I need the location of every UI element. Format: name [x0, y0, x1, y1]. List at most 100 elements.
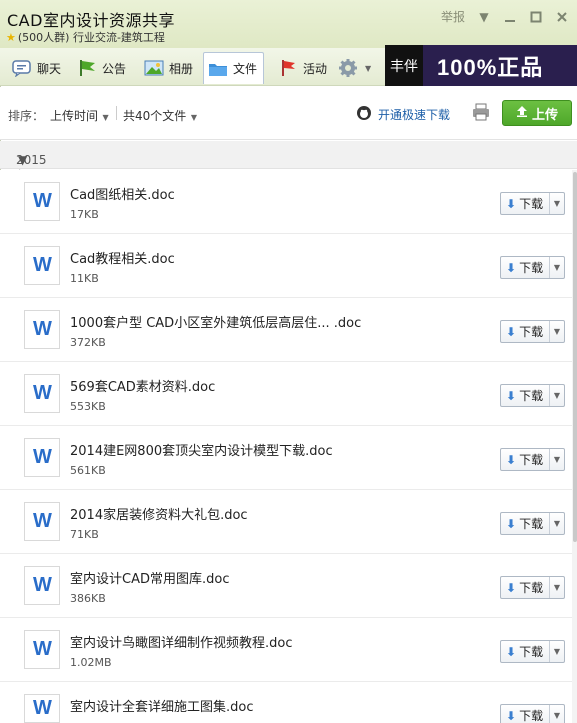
speedup-link[interactable]: 开通极速下载	[356, 105, 450, 124]
tab-album[interactable]: 相册	[140, 52, 197, 84]
file-name[interactable]: Cad图纸相关.doc	[70, 184, 175, 203]
file-size: 372KB	[70, 336, 106, 349]
file-row[interactable]: W 室内设计全套详细施工图集.doc ⬇ 下载 ▼	[0, 682, 572, 723]
chevron-down-icon[interactable]: ▼	[549, 577, 564, 598]
chevron-down-icon[interactable]: ▼	[549, 641, 564, 662]
star-icon: ★	[6, 31, 16, 44]
folder-icon	[208, 60, 228, 78]
file-size-value: 17KB	[70, 208, 99, 221]
file-name[interactable]: 2014建E网800套顶尖室内设计模型下载.doc	[70, 440, 333, 459]
file-name[interactable]: Cad教程相关.doc	[70, 248, 175, 267]
download-arrow-icon: ⬇	[506, 324, 517, 339]
download-arrow-icon: ⬇	[506, 388, 517, 403]
chevron-down-icon[interactable]: ▼	[549, 193, 564, 214]
file-row[interactable]: W 569套CAD素材资料.doc 553KB ⬇ 下载 ▼	[0, 362, 572, 426]
download-label: 下载	[519, 453, 544, 467]
file-name[interactable]: 569套CAD素材资料.doc	[70, 376, 215, 395]
file-size: 1.02MB	[70, 656, 112, 669]
printer-icon[interactable]	[472, 103, 490, 121]
download-button[interactable]: ⬇ 下载 ▼	[500, 512, 565, 535]
upload-label: 上传	[531, 107, 558, 123]
chevron-down-icon[interactable]: ▼	[549, 705, 564, 723]
file-size-value: 1.02MB	[70, 656, 112, 669]
download-button[interactable]: ⬇ 下载 ▼	[500, 448, 565, 471]
download-arrow-icon: ⬇	[506, 580, 517, 595]
word-doc-icon: W	[24, 182, 60, 221]
file-size: 553KB	[70, 400, 106, 413]
group-subtitle: ★ (500人群) 行业交流-建筑工程	[6, 29, 165, 45]
word-doc-icon: W	[24, 310, 60, 349]
file-row[interactable]: W Cad教程相关.doc 11KB ⬇ 下载 ▼	[0, 234, 572, 298]
close-icon[interactable]	[555, 10, 569, 24]
upload-icon	[516, 105, 528, 121]
tab-activity[interactable]: 活动	[274, 52, 331, 84]
file-name[interactable]: 2014家居装修资料大礼包.doc	[70, 504, 248, 523]
download-button[interactable]: ⬇ 下载 ▼	[500, 320, 565, 343]
file-name[interactable]: 室内设计全套详细施工图集.doc	[70, 696, 254, 715]
speedup-label: 开通极速下载	[378, 108, 451, 122]
download-button[interactable]: ⬇ 下载 ▼	[500, 256, 565, 279]
title-bar: CAD室内设计资源共享 ★ (500人群) 行业交流-建筑工程 举报 ▼	[0, 0, 577, 48]
word-doc-icon: W	[24, 438, 60, 477]
tab-album-label: 相册	[169, 61, 194, 76]
sort-select[interactable]: 上传时间 ▼	[50, 107, 109, 124]
word-doc-icon: W	[24, 502, 60, 541]
tab-files-label: 文件	[233, 62, 258, 76]
banner-logo: 丰伴	[385, 45, 423, 86]
word-doc-icon: W	[24, 630, 60, 669]
maximize-icon[interactable]	[529, 10, 543, 24]
tab-announcement[interactable]: 公告	[73, 52, 130, 84]
chevron-down-icon: ▼	[188, 113, 197, 122]
file-toolbar: 排序： 上传时间 ▼ 共40个文件 ▼ 开通极速下载 上传	[0, 87, 577, 140]
download-button[interactable]: ⬇ 下载 ▼	[500, 640, 565, 663]
chevron-down-icon[interactable]: ▼	[549, 321, 564, 342]
download-arrow-icon: ⬇	[506, 196, 517, 211]
download-button[interactable]: ⬇ 下载 ▼	[500, 704, 565, 723]
download-button[interactable]: ⬇ 下载 ▼	[500, 384, 565, 407]
sort-label: 排序：	[8, 109, 45, 123]
settings-menu[interactable]: ▼	[334, 52, 375, 84]
file-row[interactable]: W 2014家居装修资料大礼包.doc 71KB ⬇ 下载 ▼	[0, 490, 572, 554]
chevron-down-icon[interactable]: ▼	[549, 257, 564, 278]
mascot-icon	[356, 105, 372, 124]
file-size-value: 71KB	[70, 528, 99, 541]
gear-icon	[338, 59, 358, 77]
file-row[interactable]: W 2014建E网800套顶尖室内设计模型下载.doc 561KB ⬇ 下载 ▼	[0, 426, 572, 490]
minimize-icon[interactable]	[503, 10, 517, 24]
tab-files[interactable]: 文件	[203, 52, 264, 84]
ad-banner[interactable]: 丰伴 100%正品	[385, 45, 577, 86]
download-button[interactable]: ⬇ 下载 ▼	[500, 192, 565, 215]
tab-activity-label: 活动	[303, 61, 328, 76]
scrollbar-thumb[interactable]	[573, 172, 577, 542]
file-size: 386KB	[70, 592, 106, 605]
file-name[interactable]: 室内设计鸟瞰图详细制作视频教程.doc	[70, 632, 293, 651]
file-name[interactable]: 室内设计CAD常用图库.doc	[70, 568, 229, 587]
file-row[interactable]: W Cad图纸相关.doc 17KB ⬇ 下载 ▼	[0, 170, 572, 234]
chat-icon	[12, 59, 32, 78]
date-group-header[interactable]: ▼ 2015年6月	[0, 141, 577, 200]
download-label: 下载	[519, 645, 544, 659]
tab-chat[interactable]: 聊天	[8, 52, 65, 84]
tab-chat-label: 聊天	[37, 61, 62, 76]
file-size: 561KB	[70, 464, 106, 477]
announcement-flag-icon	[77, 59, 97, 77]
file-size-value: 372KB	[70, 336, 106, 349]
file-count-select[interactable]: 共40个文件 ▼	[123, 107, 197, 124]
download-label: 下载	[519, 517, 544, 531]
file-row[interactable]: W 1000套户型 CAD小区室外建筑低层高层住... .doc 372KB ⬇…	[0, 298, 572, 362]
chevron-down-icon[interactable]: ▼	[549, 385, 564, 406]
download-button[interactable]: ⬇ 下载 ▼	[500, 576, 565, 599]
file-size: 17KB	[70, 208, 99, 221]
file-size-value: 553KB	[70, 400, 106, 413]
chevron-down-icon[interactable]: ▼	[549, 449, 564, 470]
word-doc-icon: W	[24, 246, 60, 285]
file-name[interactable]: 1000套户型 CAD小区室外建筑低层高层住... .doc	[70, 312, 361, 331]
file-size: 71KB	[70, 528, 99, 541]
file-row[interactable]: W 室内设计CAD常用图库.doc 386KB ⬇ 下载 ▼	[0, 554, 572, 618]
chevron-down-icon[interactable]: ▼	[477, 10, 491, 24]
file-row[interactable]: W 室内设计鸟瞰图详细制作视频教程.doc 1.02MB ⬇ 下载 ▼	[0, 618, 572, 682]
upload-button[interactable]: 上传	[502, 100, 572, 126]
report-button[interactable]: 举报	[441, 8, 465, 25]
chevron-down-icon[interactable]: ▼	[549, 513, 564, 534]
download-label: 下载	[519, 325, 544, 339]
